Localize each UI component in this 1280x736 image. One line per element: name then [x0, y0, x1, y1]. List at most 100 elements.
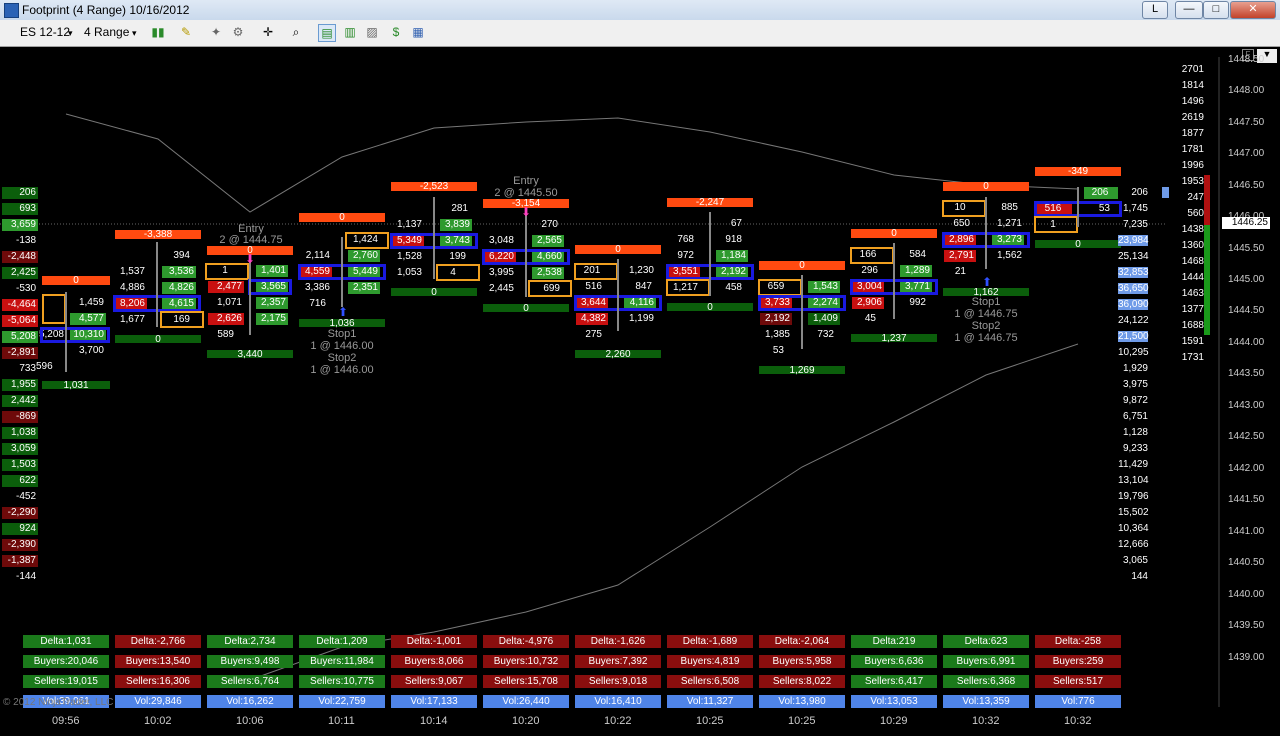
volume-value: 1444 — [1181, 272, 1204, 283]
left-axis-cell: 3,659 — [2, 219, 38, 231]
zoom-icon[interactable]: ⌕ — [288, 24, 304, 40]
stat-volume: Vol:26,440 — [483, 695, 569, 708]
copyright-text: © 2012 NinjaTrader, LLC — [3, 697, 114, 708]
left-axis-cell: -5,064 — [2, 315, 38, 327]
right-axis-value: 21,500 — [1118, 331, 1149, 342]
footprint-cell: 4,382 — [576, 313, 608, 325]
footprint-cell: 4,577 — [70, 313, 106, 325]
indicator-icon[interactable]: ✦ — [208, 24, 224, 40]
stop-detail: 1 @ 1446.75 — [954, 308, 1018, 320]
footprint-cell: 2,445 — [488, 283, 514, 294]
dollar-icon[interactable]: $ — [388, 24, 404, 40]
time-label: 10:20 — [512, 715, 540, 727]
stat-sellers: Sellers:10,775 — [299, 675, 385, 688]
stat-delta: Delta:-1,001 — [391, 635, 477, 648]
price-bar — [709, 212, 711, 296]
stat-buyers: Buyers:10,732 — [483, 655, 569, 668]
interval-selector[interactable]: 4 Range — [84, 25, 129, 39]
properties-icon[interactable]: ▦ — [410, 24, 426, 40]
maximize-button[interactable]: □ — [1203, 1, 1229, 19]
volume-value: 1877 — [1181, 128, 1204, 139]
current-price-label: 1446.25 — [1222, 217, 1270, 229]
bars-icon[interactable]: ▥ — [342, 24, 358, 40]
right-axis-value: 10,295 — [1118, 347, 1149, 358]
chevron-down-icon[interactable]: ▾ — [68, 28, 73, 39]
volume-value: 1688 — [1181, 320, 1204, 331]
footprint-cell: 2,351 — [348, 282, 380, 294]
price-label: 1442.00 — [1228, 463, 1265, 474]
crosshair-icon[interactable]: ✛ — [260, 24, 276, 40]
stat-buyers: Buyers:259 — [1035, 655, 1121, 668]
stat-volume: Vol:776 — [1035, 695, 1121, 708]
right-axis-value: 13,104 — [1118, 475, 1149, 486]
bar-delta-label: -3,388 — [143, 229, 173, 240]
bar-delta-label: 0 — [983, 181, 989, 192]
price-label: 1439.00 — [1228, 652, 1265, 663]
footprint-cell: 1,409 — [808, 313, 840, 325]
volume-value: 1591 — [1181, 336, 1204, 347]
stat-delta: Delta:-1,689 — [667, 635, 753, 648]
stat-sellers: Sellers:16,306 — [115, 675, 201, 688]
stat-buyers: Buyers:20,046 — [23, 655, 109, 668]
imbalance-box — [666, 279, 710, 296]
stat-delta: Delta:-258 — [1035, 635, 1121, 648]
price-label: 1441.50 — [1228, 494, 1265, 505]
stat-buyers: Buyers:7,392 — [575, 655, 661, 668]
volume-value: 1468 — [1181, 256, 1204, 267]
right-axis-value: 9,233 — [1122, 443, 1148, 454]
chart-trader-icon[interactable]: ▤ — [318, 24, 336, 42]
left-axis-cell: -4,464 — [2, 299, 38, 311]
volume-value: 560 — [1187, 208, 1204, 219]
stat-buyers: Buyers:13,540 — [115, 655, 201, 668]
strategy-icon[interactable]: ⚙ — [230, 24, 246, 40]
minimize-button[interactable]: — — [1175, 1, 1203, 19]
footprint-cell: 972 — [677, 250, 694, 261]
price-bar — [249, 257, 251, 335]
footprint-cell: 2,357 — [256, 297, 288, 309]
bar-delta-label: 0 — [891, 228, 897, 239]
time-label: 10:02 — [144, 715, 172, 727]
price-label: 1440.00 — [1228, 589, 1265, 600]
time-label: 09:56 — [52, 715, 80, 727]
close-button[interactable]: ✕ — [1230, 1, 1276, 19]
link-button[interactable]: L — [1142, 1, 1168, 19]
price-bar — [801, 275, 803, 349]
footprint-chart[interactable]: F ▼ 206 693 3,659 -138 -2,448 2,425 -530… — [0, 47, 1280, 736]
line-chart-icon[interactable]: ▨ — [364, 24, 380, 40]
price-bar — [156, 242, 158, 327]
time-label: 10:32 — [1064, 715, 1092, 727]
instrument-selector[interactable]: ES 12-12 — [20, 25, 70, 39]
right-axis-value: 1,128 — [1122, 427, 1148, 438]
upper-envelope-line — [65, 113, 1079, 213]
stat-sellers: Sellers:517 — [1035, 675, 1121, 688]
stat-buyers: Buyers:8,066 — [391, 655, 477, 668]
footprint-cell: 3,700 — [78, 345, 104, 356]
price-label: 1442.50 — [1228, 431, 1265, 442]
bar-delta-label: -349 — [1067, 166, 1088, 177]
footprint-cell: 21 — [954, 266, 966, 277]
stat-buyers: Buyers:4,819 — [667, 655, 753, 668]
chevron-down-icon[interactable]: ▾ — [132, 28, 137, 39]
footprint-cell: 1,071 — [216, 297, 242, 308]
stat-sellers: Sellers:9,067 — [391, 675, 477, 688]
right-axis-value: 10,364 — [1118, 523, 1149, 534]
stat-sellers: Sellers:6,764 — [207, 675, 293, 688]
footprint-cell: 1,385 — [764, 329, 790, 340]
ask-pressure-bar — [1204, 225, 1210, 335]
stop-label: Stop1 — [971, 296, 1001, 308]
chart-style-icon[interactable]: ▮▮ — [150, 24, 166, 40]
stat-volume: Vol:11,327 — [667, 695, 753, 708]
imbalance-box — [160, 311, 204, 328]
stat-delta: Delta:2,734 — [207, 635, 293, 648]
imbalance-box — [942, 200, 986, 217]
left-axis-cell: -530 — [15, 283, 36, 294]
drawing-tool-icon[interactable]: ✎ — [178, 24, 194, 40]
time-label: 10:11 — [328, 715, 355, 727]
stat-delta: Delta:1,209 — [299, 635, 385, 648]
left-axis-cell: -2,448 — [2, 251, 38, 263]
price-bar — [985, 197, 987, 269]
left-axis-cell: -452 — [15, 491, 36, 502]
volume-value: 1438 — [1181, 224, 1204, 235]
footprint-cell: 1,528 — [396, 251, 422, 262]
footprint-cell: 2,192 — [760, 313, 792, 325]
